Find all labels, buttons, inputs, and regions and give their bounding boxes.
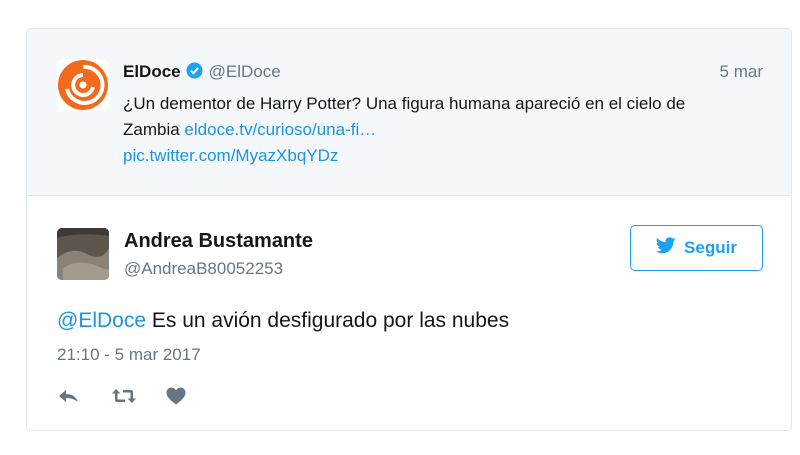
heart-icon[interactable] xyxy=(165,386,189,406)
author-handle[interactable]: @AndreaB80052253 xyxy=(124,259,283,279)
quoted-tweet-date[interactable]: 5 mar xyxy=(720,62,763,82)
tweet-timestamp[interactable]: 21:10 - 5 mar 2017 xyxy=(57,345,201,365)
quoted-tweet-link[interactable]: eldoce.tv/curioso/una-fi… xyxy=(184,120,376,139)
andrea-avatar[interactable] xyxy=(57,228,109,280)
quoted-tweet-text: ¿Un dementor de Harry Potter? Una figura… xyxy=(123,91,743,169)
quoted-tweet-pic-link[interactable]: pic.twitter.com/MyazXbqYDz xyxy=(123,146,338,165)
tweet-actions xyxy=(57,385,219,407)
follow-button-label: Seguir xyxy=(684,238,737,257)
quoted-tweet-header: ElDoce @ElDoce 5 mar xyxy=(123,62,763,86)
tweet-body: Es un avión desfigurado por las nubes xyxy=(146,309,510,332)
twitter-bird-icon xyxy=(655,237,676,259)
follow-button[interactable]: Seguir xyxy=(630,225,763,271)
quoted-tweet[interactable]: ElDoce @ElDoce 5 mar ¿Un dementor de Harr… xyxy=(27,29,791,196)
tweet-embed-card: ElDoce @ElDoce 5 mar ¿Un dementor de Harr… xyxy=(26,28,792,431)
quoted-author-handle[interactable]: @ElDoce xyxy=(209,62,281,81)
quoted-author-name[interactable]: ElDoce xyxy=(123,62,181,81)
verified-badge-icon xyxy=(186,62,203,79)
retweet-icon[interactable] xyxy=(111,386,136,406)
mention-link[interactable]: @ElDoce xyxy=(57,309,146,332)
eldoce-avatar[interactable] xyxy=(57,59,109,111)
author-name[interactable]: Andrea Bustamante xyxy=(124,230,313,253)
reply-icon[interactable] xyxy=(57,386,81,406)
tweet-text: @ElDoce Es un avión desfigurado por las … xyxy=(57,309,509,333)
